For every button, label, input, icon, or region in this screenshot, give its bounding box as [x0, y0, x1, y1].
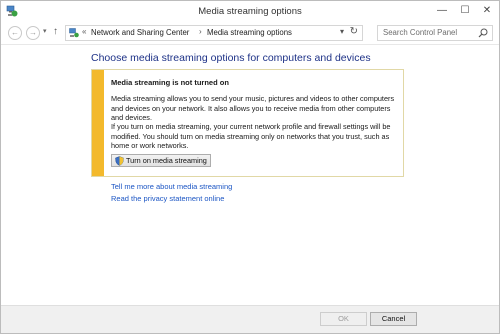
notice-stripe [92, 70, 104, 176]
turn-on-media-streaming-button[interactable]: Turn on media streaming [111, 154, 211, 167]
minimize-button[interactable]: — [433, 4, 451, 18]
notice-warning: If you turn on media streaming, your cur… [111, 122, 391, 150]
breadcrumb-overflow[interactable]: « [82, 27, 86, 36]
turn-on-media-streaming-label: Turn on media streaming [126, 156, 207, 165]
toolbar-divider [1, 44, 499, 45]
forward-button[interactable]: → [26, 26, 40, 40]
title-bar: Media streaming options — ☐ ✕ [1, 1, 499, 23]
back-button[interactable]: ← [8, 26, 22, 40]
address-dropdown-icon[interactable]: ▾ [340, 27, 344, 36]
link-privacy-statement[interactable]: Read the privacy statement online [111, 194, 224, 203]
media-streaming-window: Media streaming options — ☐ ✕ ← → ▾ ↑ « … [0, 0, 500, 334]
breadcrumb-network-sharing-center[interactable]: Network and Sharing Center [91, 28, 189, 37]
navigation-bar: ← → ▾ ↑ « Network and Sharing Center › M… [1, 22, 499, 44]
page-heading: Choose media streaming options for compu… [91, 52, 371, 64]
refresh-icon[interactable]: ↻ [350, 26, 358, 37]
search-box[interactable]: Search Control Panel [377, 25, 493, 41]
notice-description: Media streaming allows you to send your … [111, 94, 395, 122]
dialog-footer: OK Cancel [1, 305, 499, 333]
search-placeholder: Search Control Panel [383, 28, 458, 37]
link-tell-me-more[interactable]: Tell me more about media streaming [111, 182, 232, 191]
network-location-icon [69, 28, 79, 38]
maximize-button[interactable]: ☐ [456, 4, 474, 18]
cancel-button[interactable]: Cancel [370, 312, 417, 326]
notice-title: Media streaming is not turned on [111, 78, 229, 87]
recent-locations-dropdown[interactable]: ▾ [43, 27, 47, 35]
breadcrumb-separator[interactable]: › [199, 27, 202, 36]
window-title: Media streaming options [198, 6, 302, 17]
ok-button[interactable]: OK [320, 312, 367, 326]
up-button[interactable]: ↑ [53, 26, 58, 37]
close-button[interactable]: ✕ [478, 4, 496, 18]
address-bar[interactable]: « Network and Sharing Center › Media str… [65, 25, 363, 41]
notice-panel: Media streaming is not turned on Media s… [91, 69, 404, 177]
uac-shield-icon [115, 156, 124, 166]
search-icon[interactable] [478, 28, 488, 38]
breadcrumb-media-streaming-options[interactable]: Media streaming options [207, 28, 292, 37]
